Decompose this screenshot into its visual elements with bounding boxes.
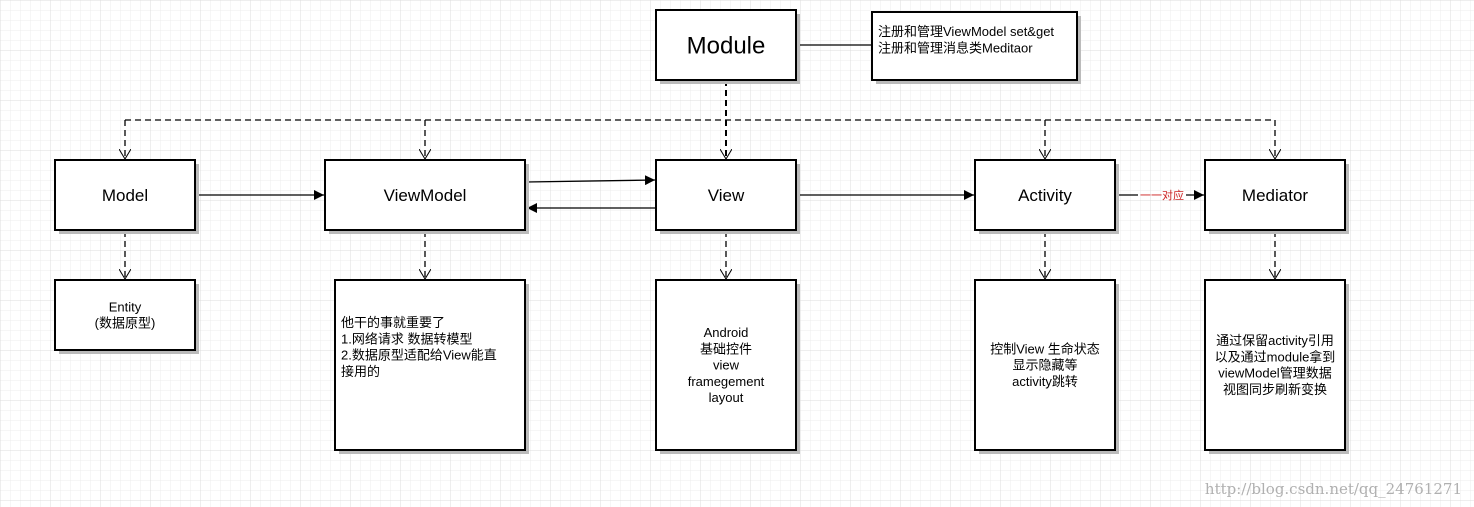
module-box-text-line: Module — [687, 32, 766, 59]
viewmodel-detail-box-text-line: 1.网络请求 数据转模型 — [341, 331, 472, 346]
mediator-detail-box-text-line: 以及通过module拿到 — [1215, 349, 1336, 364]
view-detail-box-text-line: 基础控件 — [700, 341, 752, 356]
activity-box: Activity — [974, 159, 1119, 234]
mediator-box: Mediator — [1204, 159, 1349, 234]
module-note-box: 注册和管理ViewModel set&get注册和管理消息类Meditaor — [871, 11, 1081, 84]
view-detail-box-text-line: layout — [709, 390, 744, 405]
activity-detail-box-text-line: 控制View 生命状态 — [990, 341, 1100, 356]
view-box: View — [655, 159, 800, 234]
viewmodel-detail-box: 他干的事就重要了1.网络请求 数据转模型 2.数据原型适配给View能直接用的 — [334, 279, 529, 454]
viewmodel-detail-box-text-line: 2.数据原型适配给View能直 — [341, 348, 497, 363]
activity-box-text-line: Activity — [1018, 186, 1072, 205]
view-detail-box-text-line: Android — [704, 325, 749, 340]
module-note-box-text-line: 注册和管理消息类Meditaor — [878, 40, 1033, 55]
module-note-box-text-line: 注册和管理ViewModel set&get — [878, 24, 1054, 39]
activity-detail-box-text-line: activity跳转 — [1012, 374, 1078, 389]
activity-detail-box: 控制View 生命状态显示隐藏等activity跳转 — [974, 279, 1119, 454]
module-box: Module — [655, 9, 800, 84]
entity-box-text-line: (数据原型) — [95, 316, 156, 331]
entity-box: Entity (数据原型) — [54, 279, 199, 354]
mediator-detail-box-text-line: 通过保留activity引用 — [1216, 333, 1334, 348]
viewmodel-detail-box-text-line: 他干的事就重要了 — [341, 315, 445, 330]
viewmodel-box-text-line: ViewModel — [384, 186, 467, 205]
view-detail-box-text-line: framegement — [688, 374, 765, 389]
model-box: Model — [54, 159, 199, 234]
architecture-diagram: 一一对应 Module 注册和管理ViewModel set&get注册和管理消息… — [0, 0, 1474, 507]
mediator-detail-box-text-line: 视图同步刷新变换 — [1223, 382, 1327, 397]
watermark: http://blog.csdn.net/qq_24761271 — [1205, 480, 1462, 498]
activity-detail-box-text-line: 显示隐藏等 — [1012, 358, 1077, 373]
mediator-box-text-line: Mediator — [1242, 186, 1308, 205]
view-box-text-line: View — [708, 186, 745, 205]
mediator-detail-box: 通过保留activity引用以及通过module拿到 viewModel管理数据视… — [1204, 279, 1349, 454]
entity-box-text-line: Entity — [109, 299, 142, 314]
viewmodel-box: ViewModel — [324, 159, 529, 234]
view-detail-box: Android基础控件 viewframegementlayout — [655, 279, 800, 454]
model-box-text-line: Model — [102, 186, 148, 205]
edge-label-one-to-one: 一一对应 — [1140, 188, 1184, 202]
view-detail-box-text-line: view — [713, 358, 740, 373]
mediator-detail-box-text-line: viewModel管理数据 — [1218, 366, 1331, 381]
viewmodel-detail-box-text-line: 接用的 — [341, 364, 380, 379]
